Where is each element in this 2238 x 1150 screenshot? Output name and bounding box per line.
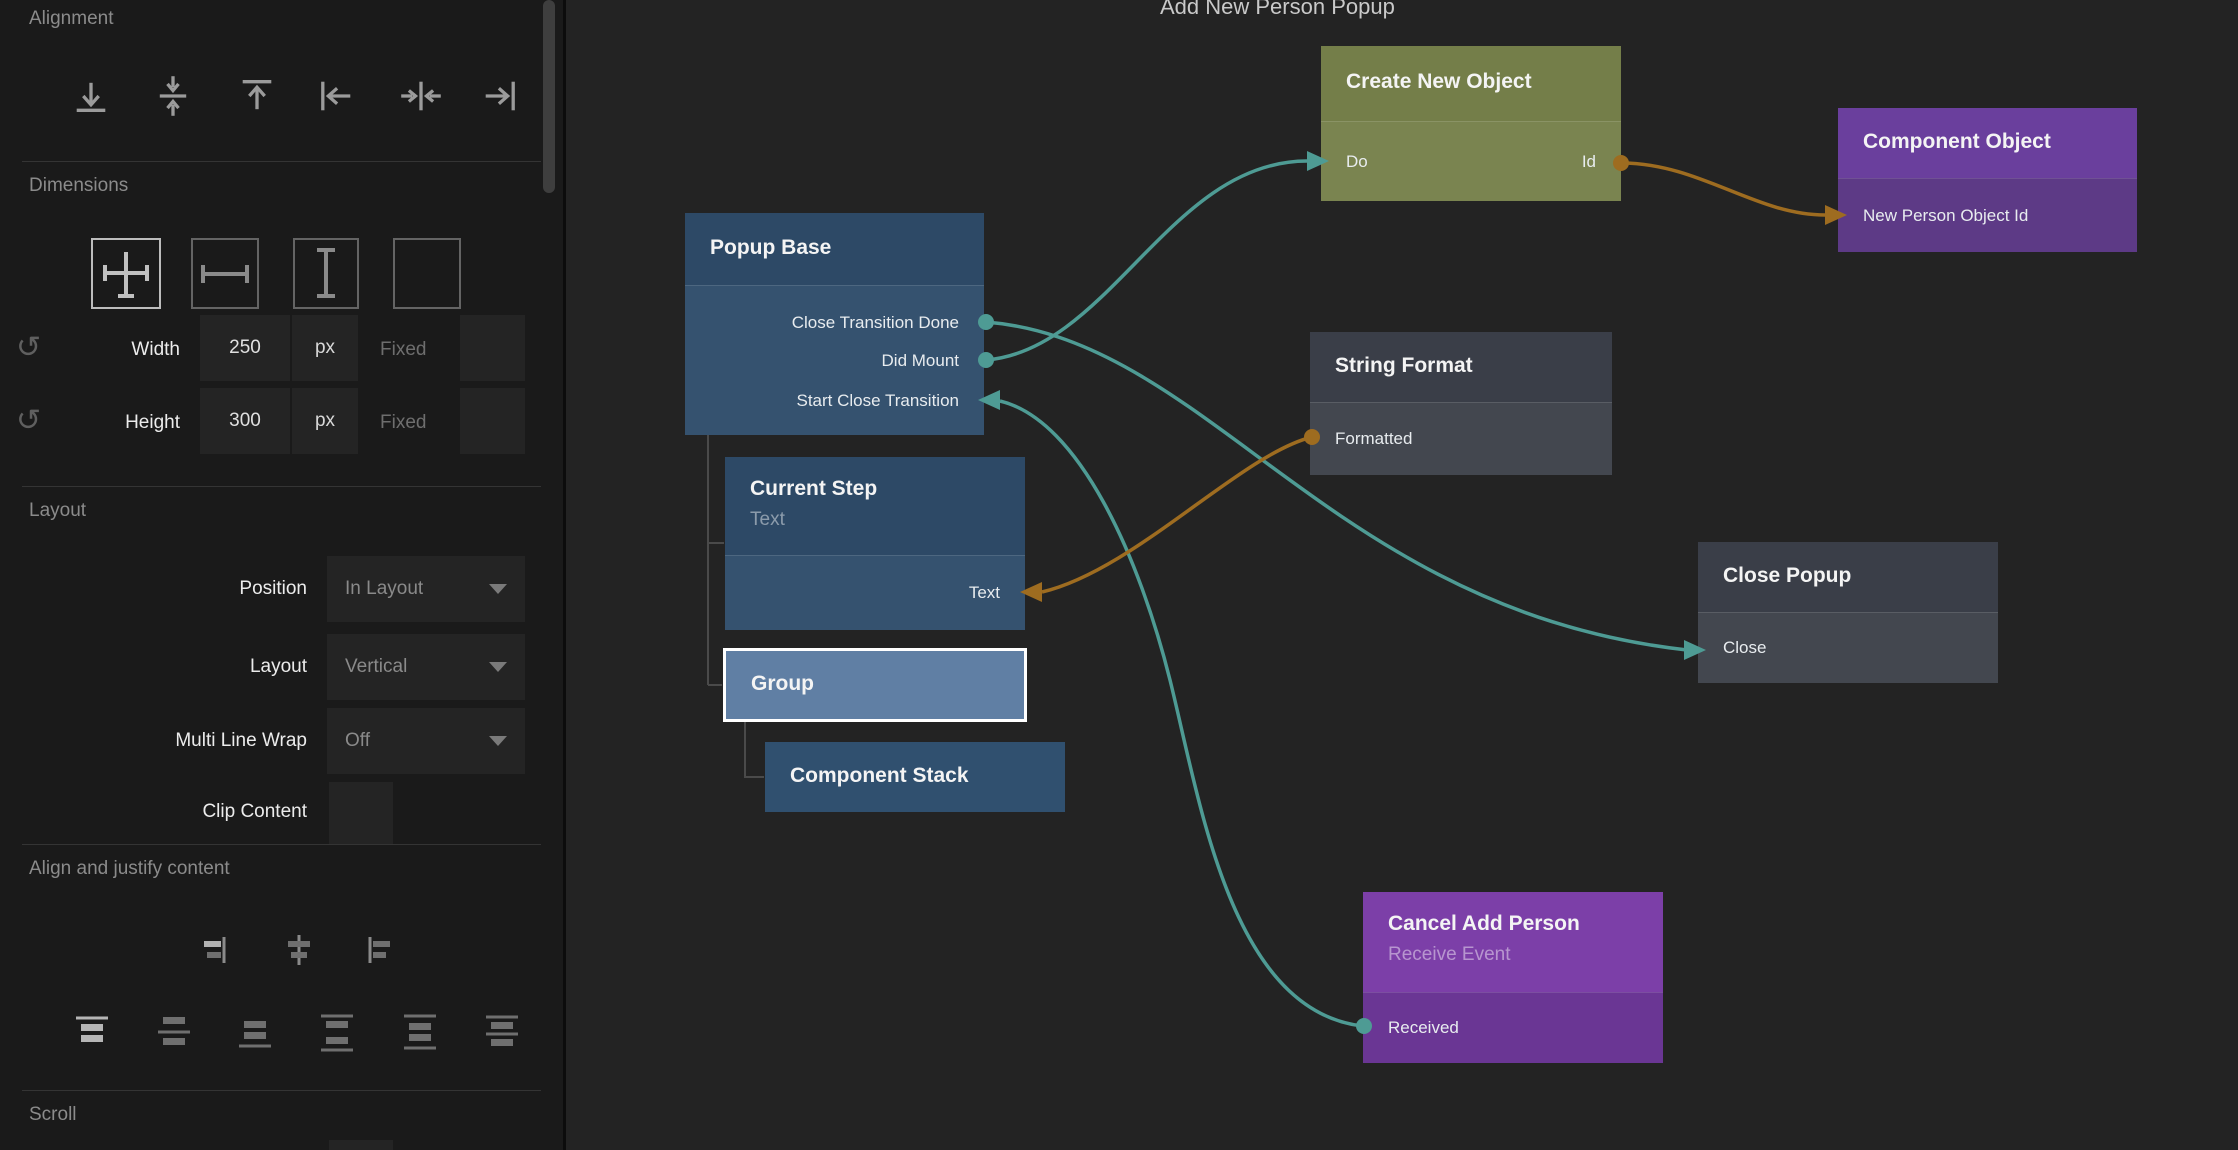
node-body: Do Id (1321, 121, 1621, 201)
node-subtitle: Receive Event (1388, 944, 1511, 966)
section-title-dimensions: Dimensions (29, 175, 128, 197)
position-value: In Layout (345, 578, 423, 600)
node-body: New Person Object Id (1838, 178, 2137, 252)
port-label-close[interactable]: Close (1723, 638, 1766, 658)
size-mode-none-button[interactable] (393, 238, 461, 309)
size-mode-horizontal-button[interactable] (191, 238, 259, 309)
node-subtitle: Text (750, 509, 785, 531)
node-group-selected[interactable]: Group (723, 648, 1027, 722)
height-input[interactable]: 300 (200, 388, 290, 454)
height-mode-dropdown[interactable]: Fixed (380, 412, 426, 434)
port-label-formatted[interactable]: Formatted (1335, 429, 1412, 449)
node-title: String Format (1335, 354, 1473, 378)
chevron-down-icon (489, 736, 507, 746)
size-mode-both-button[interactable] (91, 238, 161, 309)
node-popup-base[interactable]: Popup Base Close Transition Done Did Mou… (685, 213, 984, 435)
node-title: Group (751, 672, 814, 696)
clip-content-label: Clip Content (107, 801, 307, 823)
align-bottom-icon[interactable] (69, 74, 113, 118)
align-content-left-icon[interactable] (362, 932, 398, 968)
height-mode-checkbox[interactable] (460, 388, 525, 454)
port-label-text[interactable]: Text (969, 583, 1000, 603)
node-component-stack[interactable]: Component Stack (765, 742, 1065, 812)
node-body: Received (1363, 992, 1663, 1063)
width-label: Width (30, 339, 180, 361)
multi-line-wrap-value: Off (345, 730, 370, 752)
node-title: Popup Base (710, 236, 831, 260)
node-title: Close Popup (1723, 564, 1851, 588)
justify-space-evenly-icon[interactable] (482, 1013, 522, 1053)
align-content-center-icon[interactable] (281, 932, 317, 968)
multi-line-wrap-label: Multi Line Wrap (107, 730, 307, 752)
align-top-icon[interactable] (235, 74, 279, 118)
node-title: Component Stack (790, 764, 969, 788)
properties-panel: Alignment Dimensions (0, 0, 566, 1150)
node-title: Cancel Add Person (1388, 912, 1580, 936)
panel-scrollbar-thumb[interactable] (543, 0, 555, 193)
node-create-new-object[interactable]: Create New Object Do Id (1321, 46, 1621, 201)
node-header: Create New Object (1321, 46, 1621, 121)
port-label-id[interactable]: Id (1582, 152, 1596, 172)
section-title-layout: Layout (29, 500, 86, 522)
scroll-checkbox-partial[interactable] (329, 1140, 393, 1150)
node-title: Component Object (1863, 130, 2051, 154)
position-dropdown[interactable]: In Layout (327, 556, 525, 622)
node-body: Formatted (1310, 402, 1612, 475)
justify-bottom-icon[interactable] (235, 1013, 275, 1053)
width-input[interactable]: 250 (200, 315, 290, 381)
align-right-icon[interactable] (478, 74, 522, 118)
port-label-received[interactable]: Received (1388, 1018, 1459, 1038)
node-close-popup[interactable]: Close Popup Close (1698, 542, 1998, 683)
port-label-new-person-object-id[interactable]: New Person Object Id (1863, 206, 2028, 226)
layout-dropdown[interactable]: Vertical (327, 634, 525, 700)
node-body: Close Transition Done Did Mount Start Cl… (685, 285, 984, 435)
node-current-step[interactable]: Current Step Text Text (725, 457, 1025, 630)
justify-space-around-icon[interactable] (400, 1013, 440, 1053)
node-string-format[interactable]: String Format Formatted (1310, 332, 1612, 475)
node-header: Close Popup (1698, 542, 1998, 612)
position-label: Position (107, 578, 307, 600)
node-header: String Format (1310, 332, 1612, 402)
height-label: Height (30, 412, 180, 434)
multi-line-wrap-dropdown[interactable]: Off (327, 708, 525, 774)
node-header: Cancel Add Person Receive Event (1363, 892, 1663, 992)
node-body: Close (1698, 612, 1998, 683)
chevron-down-icon (489, 584, 507, 594)
layout-label: Layout (107, 656, 307, 678)
section-title-alignment: Alignment (29, 8, 114, 30)
canvas-title: Add New Person Popup (1160, 0, 1395, 20)
port-label-start-close-transition[interactable]: Start Close Transition (796, 391, 959, 411)
node-header: Current Step Text (725, 457, 1025, 555)
size-mode-vertical-button[interactable] (293, 238, 359, 309)
layout-value: Vertical (345, 656, 407, 678)
section-title-align-justify: Align and justify content (29, 858, 230, 880)
width-unit-button[interactable]: px (292, 315, 358, 381)
node-header: Component Object (1838, 108, 2137, 178)
node-header: Popup Base (685, 213, 984, 285)
chevron-down-icon (489, 662, 507, 672)
node-title: Current Step (750, 477, 877, 501)
width-mode-dropdown[interactable]: Fixed (380, 339, 426, 361)
align-horizontal-center-icon[interactable] (399, 74, 443, 118)
port-label-do[interactable]: Do (1346, 152, 1368, 172)
align-content-right-icon[interactable] (196, 932, 232, 968)
justify-space-between-icon[interactable] (317, 1013, 357, 1053)
align-vertical-center-icon[interactable] (151, 74, 195, 118)
height-unit-button[interactable]: px (292, 388, 358, 454)
port-label-did-mount[interactable]: Did Mount (882, 351, 959, 371)
node-body: Text (725, 555, 1025, 630)
section-title-scroll: Scroll (29, 1104, 77, 1126)
justify-top-icon[interactable] (72, 1013, 112, 1053)
node-component-object[interactable]: Component Object New Person Object Id (1838, 108, 2137, 252)
clip-content-checkbox[interactable] (329, 782, 393, 844)
port-label-close-transition-done[interactable]: Close Transition Done (792, 313, 959, 333)
justify-center-icon[interactable] (154, 1013, 194, 1053)
node-cancel-add-person[interactable]: Cancel Add Person Receive Event Received (1363, 892, 1663, 1063)
align-left-icon[interactable] (314, 74, 358, 118)
width-mode-checkbox[interactable] (460, 315, 525, 381)
node-title: Create New Object (1346, 70, 1532, 94)
